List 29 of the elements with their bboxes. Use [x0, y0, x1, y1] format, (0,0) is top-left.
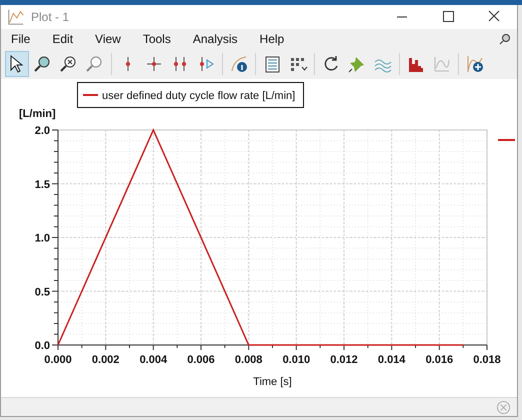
x-tick-label: 0.004 [140, 354, 168, 366]
y-tick-label: 2.0 [34, 125, 50, 137]
menu-item[interactable]: File [11, 32, 30, 46]
y-tick-label: 0.0 [34, 340, 50, 352]
x-axis-label: Time [s] [253, 376, 292, 388]
legend-line [83, 94, 98, 96]
menu-item[interactable]: Edit [52, 32, 74, 46]
x-tick-label: 0.010 [282, 354, 310, 366]
x-tick-label: 0.008 [234, 354, 262, 366]
y-axis-label: [L/min] [19, 108, 56, 120]
x-tick-label: 0.018 [473, 354, 501, 366]
curve-marker [498, 139, 515, 141]
x-tick-label: 0.000 [44, 354, 72, 366]
menu-item[interactable]: Help [260, 32, 284, 46]
menu-item[interactable]: Analysis [192, 32, 238, 46]
y-tick-label: 1.5 [34, 178, 50, 191]
legend-label: user defined duty cycle flow rate [L/min] [102, 90, 296, 102]
x-tick-label: 0.002 [92, 354, 120, 366]
y-tick-label: 0.5 [34, 286, 50, 298]
y-tick-label: 1.0 [34, 232, 50, 244]
x-tick-label: 0.014 [378, 354, 406, 366]
menu-item[interactable]: View [95, 32, 121, 46]
pointer-icon[interactable] [5, 51, 29, 77]
menu-item[interactable]: Tools [142, 32, 171, 46]
x-tick-label: 0.006 [187, 354, 215, 366]
plot-app-icon [7, 8, 25, 26]
window-title: Plot - 1 [31, 10, 70, 24]
x-tick-label: 0.016 [426, 354, 454, 366]
x-tick-label: 0.012 [330, 354, 358, 366]
